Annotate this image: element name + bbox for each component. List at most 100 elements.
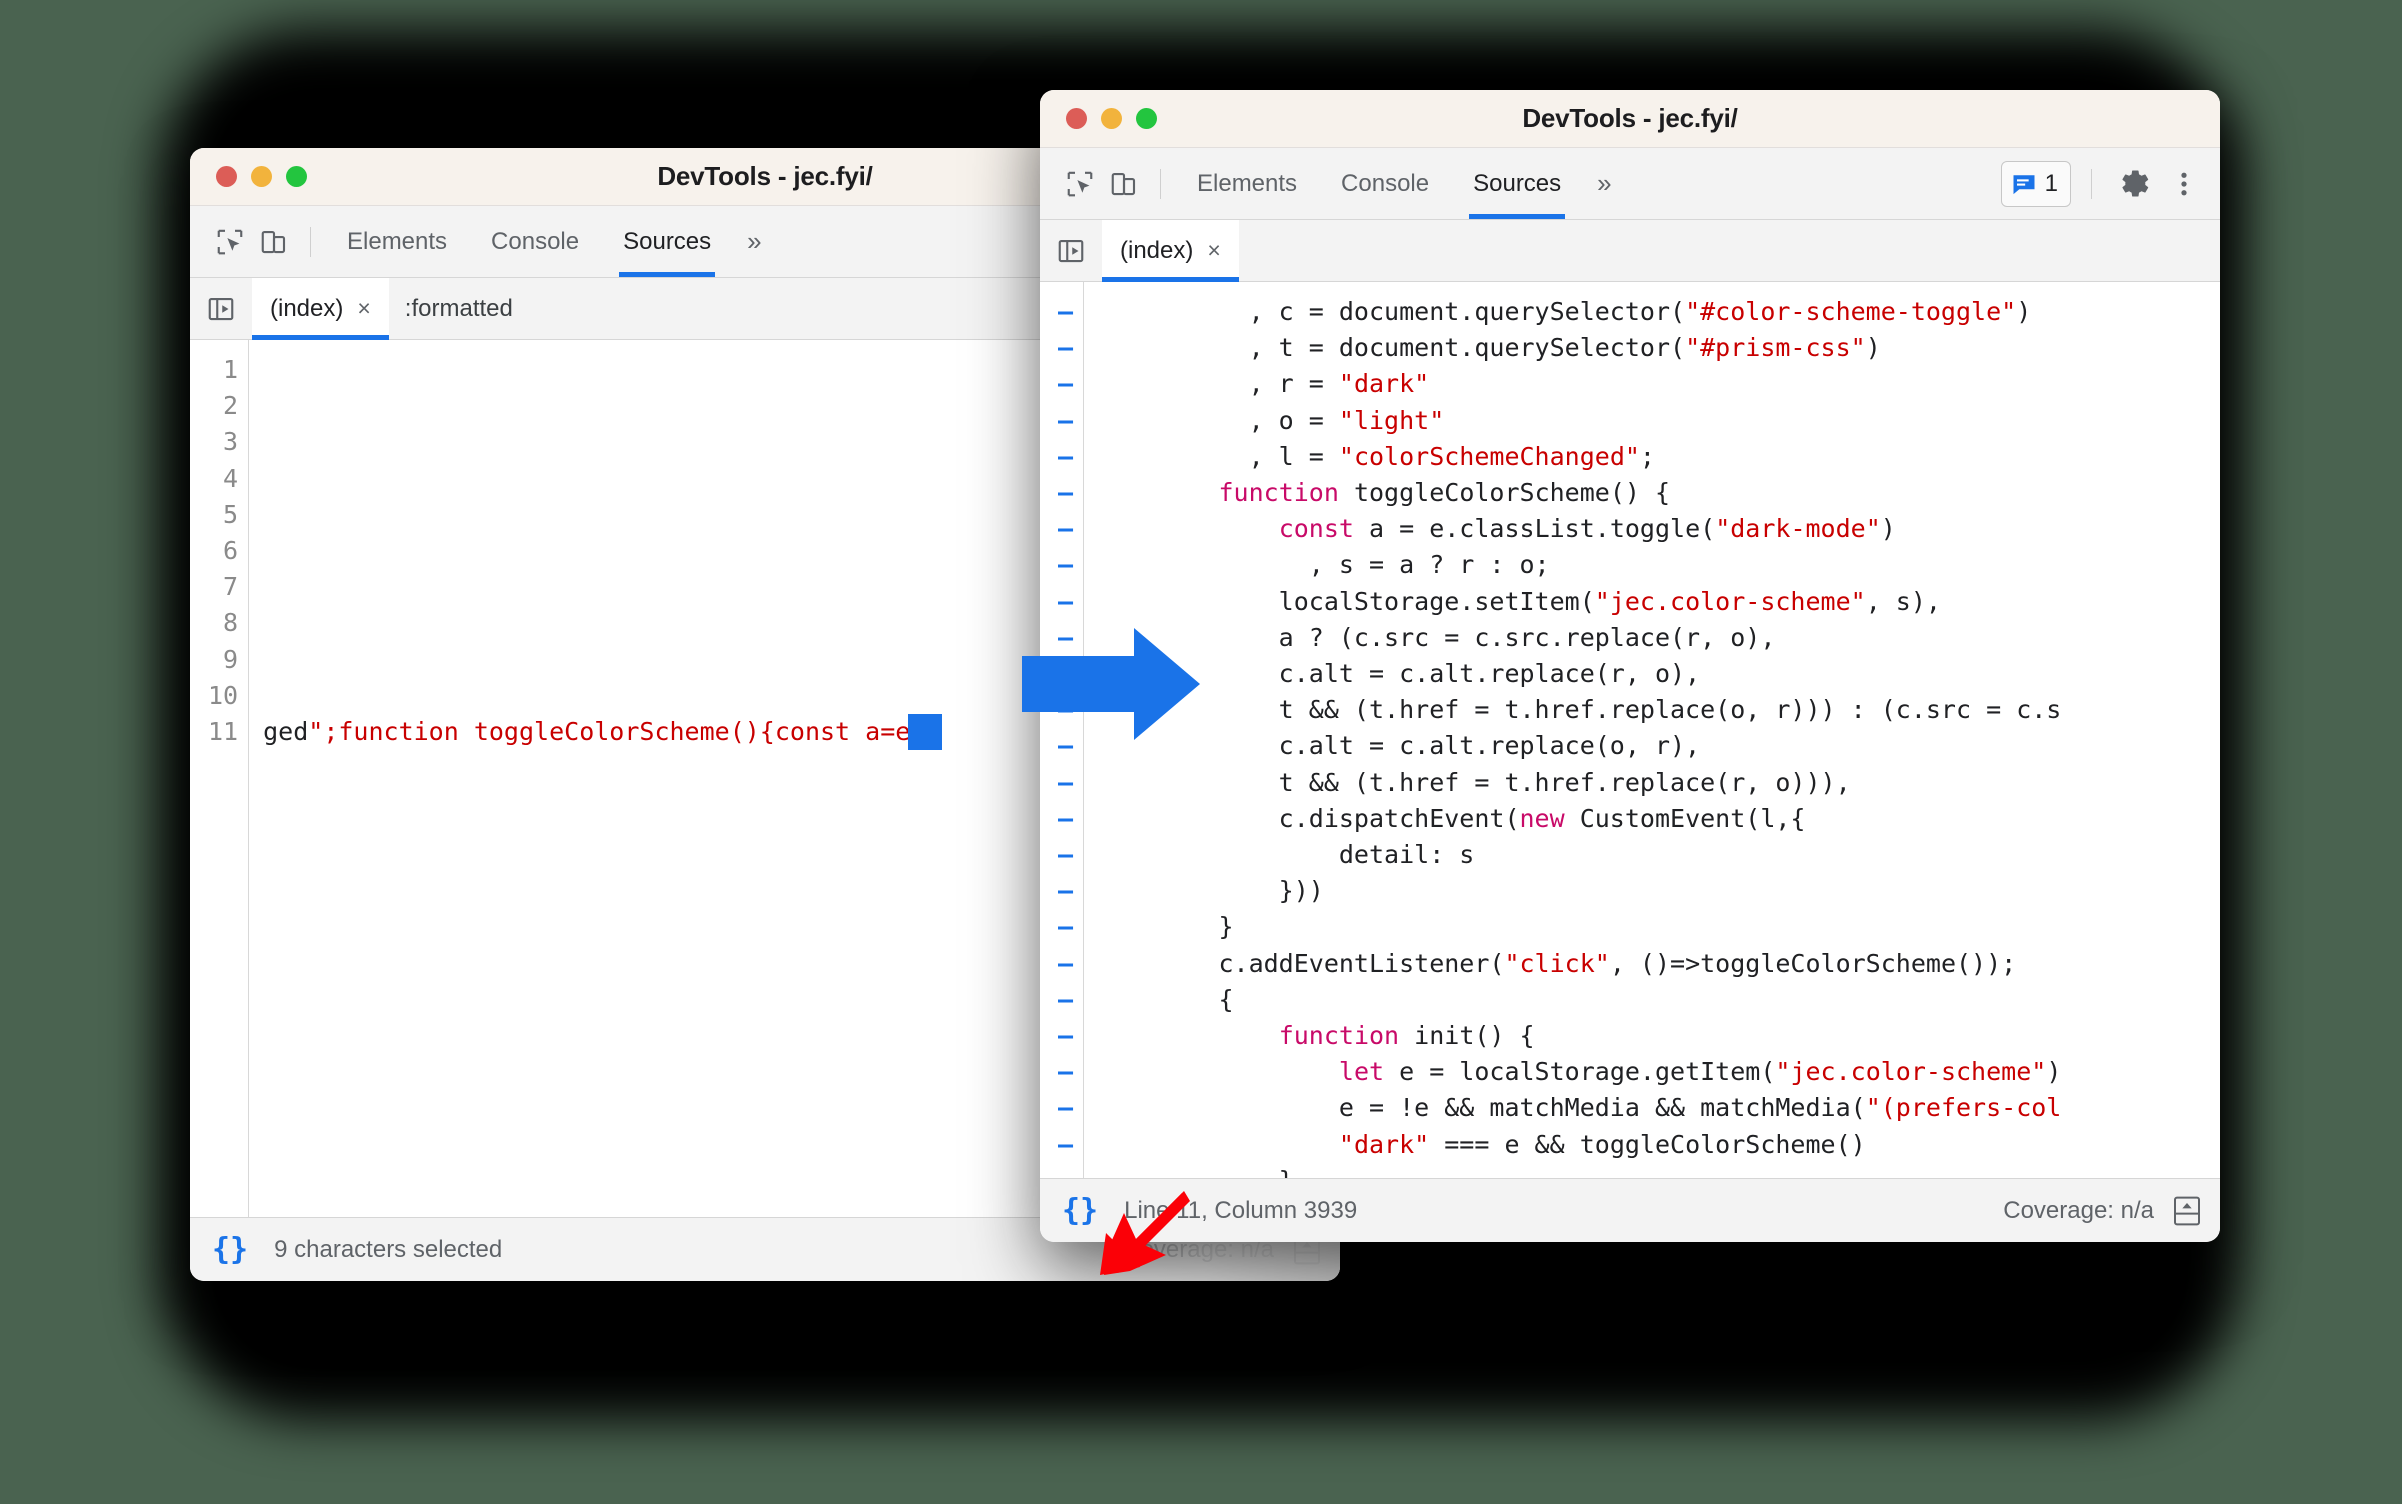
device-toolbar-icon[interactable] xyxy=(252,220,296,264)
blue-arrow xyxy=(1022,626,1202,742)
message-count-label: 1 xyxy=(2044,169,2058,197)
file-tab-label: (index) xyxy=(270,294,344,322)
code-line[interactable]: a ? (c.src = c.src.replace(r, o), xyxy=(1098,620,2220,656)
tab-console[interactable]: Console xyxy=(1319,148,1451,219)
more-panels-icon[interactable]: » xyxy=(733,226,775,257)
code-line[interactable]: } xyxy=(1098,1163,2220,1178)
code-line[interactable]: { xyxy=(1098,982,2220,1018)
line-number-gutter-back: 1 2 3 4 5 6 7 8 9 10 11 xyxy=(190,340,250,1217)
navigator-toggle-icon[interactable] xyxy=(190,278,252,339)
more-panels-icon[interactable]: » xyxy=(1583,168,1625,199)
close-button[interactable] xyxy=(1066,108,1087,129)
close-button[interactable] xyxy=(216,166,237,187)
toolbar-divider xyxy=(310,226,311,257)
line-marker-dash: – xyxy=(1058,297,1074,326)
format-pretty-print-icon[interactable]: {} xyxy=(212,1232,248,1267)
window-title: DevTools - jec.fyi/ xyxy=(1522,103,1738,133)
tab-sources[interactable]: Sources xyxy=(1451,148,1583,219)
code-line[interactable]: function toggleColorScheme() { xyxy=(1098,475,2220,511)
code-line[interactable]: , t = document.querySelector("#prism-css… xyxy=(1098,330,2220,366)
line-marker-dash: – xyxy=(1058,840,1074,870)
minimize-button[interactable] xyxy=(251,166,272,187)
line-marker-dash: – xyxy=(1058,912,1074,942)
close-icon[interactable]: × xyxy=(1207,237,1220,264)
gear-icon[interactable] xyxy=(2112,162,2156,206)
code-editor-front[interactable]: ––––––––––––––––––––––––––– , c = docume… xyxy=(1040,282,2220,1178)
statusbar-front: {} Line 11, Column 3939 Coverage: n/a xyxy=(1040,1178,2220,1242)
line-marker-dash: – xyxy=(1058,441,1074,471)
line-marker-dash: – xyxy=(1058,876,1074,906)
traffic-lights-back[interactable] xyxy=(216,166,307,187)
minimize-button[interactable] xyxy=(1101,108,1122,129)
code-line[interactable]: t && (t.href = t.href.replace(o, r))) : … xyxy=(1098,692,2220,728)
navigator-toggle-icon[interactable] xyxy=(1040,220,1102,281)
tab-console[interactable]: Console xyxy=(469,206,601,277)
device-toolbar-icon[interactable] xyxy=(1102,162,1146,206)
code-line[interactable]: } xyxy=(1098,909,2220,945)
line-number: 9 xyxy=(223,644,239,674)
code-line[interactable]: e = !e && matchMedia && matchMedia("(pre… xyxy=(1098,1090,2220,1126)
tab-elements[interactable]: Elements xyxy=(325,206,469,277)
line-marker-dash: – xyxy=(1058,1057,1074,1087)
line-marker-dash: – xyxy=(1058,1021,1074,1051)
file-tab-index[interactable]: (index) × xyxy=(252,278,389,340)
code-line[interactable]: , o = "light" xyxy=(1098,403,2220,439)
line-number: 11 xyxy=(208,717,239,747)
line-marker-dash: – xyxy=(1058,803,1074,833)
code-line[interactable]: function init() { xyxy=(1098,1018,2220,1054)
line-number: 6 xyxy=(223,536,239,566)
code-line[interactable]: c.alt = c.alt.replace(r, o), xyxy=(1098,656,2220,692)
code-line[interactable]: , c = document.querySelector("#color-sch… xyxy=(1098,294,2220,330)
tab-elements[interactable]: Elements xyxy=(1175,148,1319,219)
tab-sources[interactable]: Sources xyxy=(601,206,733,277)
code-line[interactable]: c.dispatchEvent(new CustomEvent(l,{ xyxy=(1098,801,2220,837)
coverage-label-front: Coverage: n/a xyxy=(2003,1196,2154,1224)
line-marker-dash: – xyxy=(1058,478,1074,508)
devtools-toolbar-front: Elements Console Sources » 1 xyxy=(1040,148,2220,220)
titlebar-front: DevTools - jec.fyi/ xyxy=(1040,90,2220,148)
inspect-element-icon[interactable] xyxy=(208,220,252,264)
code-line[interactable]: "dark" === e && toggleColorScheme() xyxy=(1098,1127,2220,1163)
code-line[interactable]: , l = "colorSchemeChanged"; xyxy=(1098,439,2220,475)
traffic-lights-front[interactable] xyxy=(1066,108,1157,129)
tab-elements-label: Elements xyxy=(347,227,448,255)
code-line[interactable]: let e = localStorage.getItem("jec.color-… xyxy=(1098,1054,2220,1090)
line-number: 3 xyxy=(223,427,239,457)
line-number: 1 xyxy=(223,355,239,384)
code-line[interactable]: detail: s xyxy=(1098,837,2220,873)
toolbar-divider-right xyxy=(2091,168,2092,199)
panel-tabs-back[interactable]: Elements Console Sources xyxy=(325,206,733,277)
code-line[interactable]: , r = "dark" xyxy=(1098,366,2220,402)
code-line[interactable]: c.addEventListener("click", ()=>toggleCo… xyxy=(1098,946,2220,982)
text-selection-highlight xyxy=(908,714,943,751)
line-number: 4 xyxy=(223,463,239,493)
tab-sources-label: Sources xyxy=(623,227,712,255)
toolbar-divider xyxy=(1160,168,1161,199)
formatted-indicator: :formatted xyxy=(404,294,513,322)
kebab-menu-icon[interactable] xyxy=(2162,162,2206,206)
panel-tabs-front[interactable]: Elements Console Sources xyxy=(1175,148,1583,219)
code-line[interactable]: , s = a ? r : o; xyxy=(1098,547,2220,583)
code-line[interactable]: localStorage.setItem("jec.color-scheme",… xyxy=(1098,584,2220,620)
line-marker-dash: – xyxy=(1058,948,1074,978)
inspect-element-icon[interactable] xyxy=(1058,162,1102,206)
show-drawer-icon[interactable] xyxy=(2172,1195,2202,1227)
code-content-front[interactable]: , c = document.querySelector("#color-sch… xyxy=(1084,282,2220,1178)
zoom-button[interactable] xyxy=(286,166,307,187)
code-line[interactable]: const a = e.classList.toggle("dark-mode"… xyxy=(1098,511,2220,547)
line-marker-dash: – xyxy=(1040,1163,1083,1178)
close-icon[interactable]: × xyxy=(357,295,370,322)
message-count-badge[interactable]: 1 xyxy=(2000,160,2071,207)
toolbar-right-group: 1 xyxy=(2000,160,2206,207)
line-marker-dash: – xyxy=(1058,550,1074,580)
line-number: 2 xyxy=(223,391,239,421)
code-line[interactable]: t && (t.href = t.href.replace(r, o))), xyxy=(1098,765,2220,801)
zoom-button[interactable] xyxy=(1136,108,1157,129)
code-line[interactable]: })) xyxy=(1098,873,2220,909)
file-tab-index[interactable]: (index) × xyxy=(1102,220,1239,282)
line-number: 7 xyxy=(223,572,239,602)
line-marker-dash: – xyxy=(1058,586,1074,616)
code-line[interactable]: c.alt = c.alt.replace(o, r), xyxy=(1098,728,2220,764)
devtools-window-front[interactable]: DevTools - jec.fyi/ Elements Console Sou… xyxy=(1040,90,2220,1242)
line-number: 10 xyxy=(208,680,239,710)
